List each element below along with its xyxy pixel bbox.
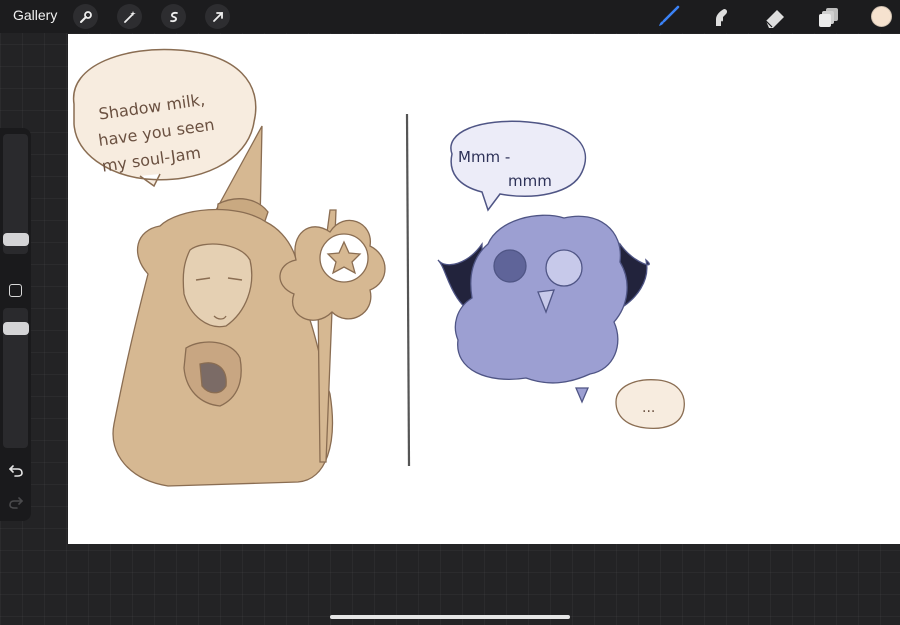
speech-bubble-right: Mmm - mmm <box>450 120 587 212</box>
selection-icon[interactable] <box>161 4 186 29</box>
layers-icon[interactable] <box>816 4 842 30</box>
bubble-line-mmm1: Mmm - <box>458 148 510 166</box>
divider-line <box>405 113 411 467</box>
redo-icon[interactable] <box>6 492 26 512</box>
speech-bubble-left: Shadow milk, have you seen my soul-Jam <box>73 48 257 188</box>
transform-arrow-icon[interactable] <box>205 4 230 29</box>
eraser-icon[interactable] <box>762 4 788 30</box>
gallery-button[interactable]: Gallery <box>13 7 57 23</box>
ellipsis-text: ... <box>642 400 655 416</box>
brush-size-knob[interactable] <box>3 233 29 246</box>
bubble-line-mmm2: mmm <box>508 172 552 190</box>
top-toolbar: Gallery <box>0 0 900 33</box>
ellipsis-bubble: ... <box>615 379 685 430</box>
creature-figure <box>437 214 650 404</box>
smudge-icon[interactable] <box>708 4 734 30</box>
home-indicator[interactable] <box>330 615 570 619</box>
color-swatch[interactable] <box>871 6 892 27</box>
opacity-knob[interactable] <box>3 322 29 335</box>
magic-wand-icon[interactable] <box>117 4 142 29</box>
drawing-canvas[interactable]: Shadow milk, have you seen my soul-Jam M… <box>68 34 900 544</box>
brush-icon[interactable] <box>655 4 681 30</box>
undo-icon[interactable] <box>6 460 26 480</box>
modify-button[interactable] <box>9 284 22 297</box>
side-toolbar <box>0 128 31 521</box>
wrench-icon[interactable] <box>73 4 98 29</box>
artwork: Shadow milk, have you seen my soul-Jam M… <box>73 48 685 487</box>
